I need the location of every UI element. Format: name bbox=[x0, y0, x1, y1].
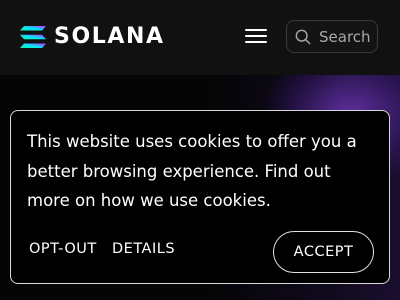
menu-bar bbox=[245, 41, 267, 43]
cookie-message: This website uses cookies to offer you a… bbox=[27, 132, 357, 210]
hamburger-menu-button[interactable] bbox=[245, 29, 267, 47]
cookie-banner: This website uses cookies to offer you a… bbox=[10, 110, 390, 284]
accept-button[interactable]: ACCEPT bbox=[273, 231, 374, 273]
solana-logo-mark-icon bbox=[20, 26, 46, 48]
details-button[interactable]: DETAILS bbox=[112, 241, 175, 257]
page: SOLANA This website uses cookies to offe… bbox=[0, 0, 400, 300]
site-header: SOLANA bbox=[0, 0, 400, 75]
search-box[interactable] bbox=[286, 20, 378, 53]
solana-logo[interactable]: SOLANA bbox=[20, 26, 165, 48]
menu-bar bbox=[245, 35, 267, 37]
opt-out-button[interactable]: OPT-OUT bbox=[29, 241, 97, 257]
search-input[interactable] bbox=[319, 27, 377, 46]
logo-text: SOLANA bbox=[54, 24, 165, 49]
menu-bar bbox=[245, 29, 267, 31]
search-icon bbox=[295, 29, 311, 44]
